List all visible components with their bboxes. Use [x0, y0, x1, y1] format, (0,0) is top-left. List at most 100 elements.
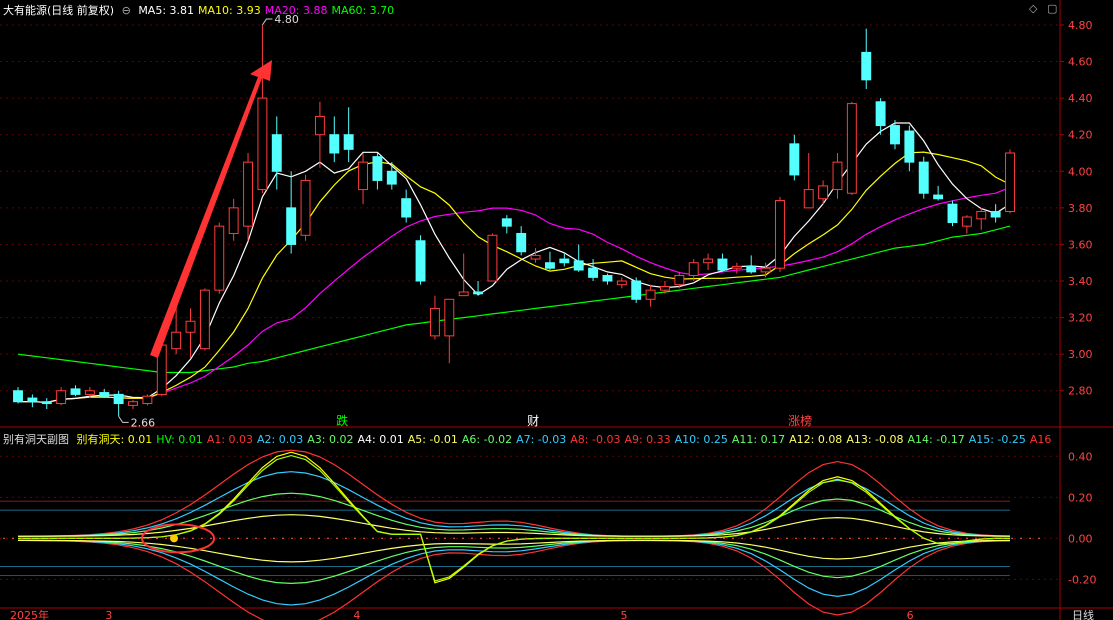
candle-body-13	[199, 289, 210, 350]
indicator-legend-item-8: A7: -0.03	[516, 433, 567, 446]
collapse-circle-icon[interactable]: ⊖	[122, 4, 131, 17]
candle-2	[41, 398, 52, 410]
hv-line	[18, 454, 1011, 582]
candle-body-28	[415, 240, 426, 282]
zero-dot	[480, 537, 482, 540]
candle-body-16	[243, 161, 253, 227]
price-label-8: 3.20	[1068, 312, 1093, 325]
chart-canvas[interactable]: 4.80 4.60 4.40 4.20 4.00 3.80 3.60 3.40 3.20 3.00…	[0, 0, 1113, 620]
zero-dot	[552, 537, 554, 540]
candle-0	[13, 387, 23, 404]
indicator-title[interactable]: 别有洞天副图	[3, 433, 69, 446]
candle-38	[559, 253, 570, 267]
candle-7	[113, 390, 124, 417]
main-chart-header: 大有能源(日线 前复权) ⊖ MA5: 3.81 MA10: 3.93 MA20: …	[3, 2, 402, 18]
zero-dot	[39, 537, 41, 540]
zero-dot	[408, 537, 410, 540]
zero-dot	[111, 537, 113, 540]
zero-dot	[372, 537, 374, 540]
indicator-legend-item-17: A16	[1029, 433, 1052, 446]
stock-title[interactable]: 大有能源(日线 前复权)	[3, 4, 114, 17]
zero-dot	[336, 537, 338, 540]
zero-dot	[1029, 537, 1031, 540]
candle-body-60	[875, 101, 886, 127]
fan-upper-0	[18, 449, 1011, 537]
indicator-legend-item-0: 别有洞天: 0.01	[76, 433, 153, 446]
candle-14	[214, 222, 225, 294]
zero-dot	[462, 537, 464, 540]
trend-arrow-icon	[150, 60, 272, 358]
zero-dot	[957, 537, 959, 540]
candle-body-2	[41, 401, 52, 405]
zero-dot	[219, 537, 221, 540]
candle-25	[372, 152, 383, 190]
indicator-legend-item-15: A14: -0.17	[907, 433, 965, 446]
candle-9	[142, 394, 153, 406]
zero-dot	[579, 537, 581, 540]
candle-49	[717, 253, 728, 272]
candle-body-43	[631, 280, 642, 300]
candle-28	[415, 235, 426, 285]
zero-dot	[759, 537, 761, 540]
zero-dot	[1038, 537, 1040, 540]
date-label-3: 5	[620, 609, 627, 620]
close-icon[interactable]: ▢	[1047, 2, 1057, 15]
candle-4	[70, 385, 81, 397]
zero-dot	[318, 537, 320, 540]
zero-dot	[246, 537, 248, 540]
candle-29	[429, 295, 440, 340]
zero-dot	[705, 537, 707, 540]
candle-body-41	[602, 275, 613, 282]
candle-33	[487, 233, 498, 282]
zero-dot	[750, 537, 752, 540]
zero-dot	[561, 537, 563, 540]
low-label: 2.66	[131, 416, 156, 429]
candle-body-11	[171, 331, 182, 350]
zero-dot	[192, 537, 194, 540]
candle-body-34	[501, 218, 512, 227]
candle-30	[444, 298, 455, 364]
zero-dot	[66, 537, 68, 540]
zero-dot	[948, 537, 950, 540]
zero-dot	[714, 537, 716, 540]
indicator-label-1: 0.20	[1068, 491, 1093, 504]
zero-dot	[642, 537, 644, 540]
zero-dot	[237, 537, 239, 540]
period-label: 日线	[1072, 608, 1094, 620]
diamond-icon[interactable]: ◇	[1029, 2, 1037, 15]
zero-dot	[120, 537, 122, 540]
candle-body-6	[99, 392, 110, 397]
candle-body-21	[314, 115, 325, 136]
zero-dot	[93, 537, 95, 540]
event-marker-1: 财	[527, 414, 539, 428]
low-pointer	[118, 416, 129, 423]
candle-20	[300, 174, 311, 241]
candle-body-65	[947, 203, 958, 223]
indicator-legend-item-11: A10: 0.25	[674, 433, 728, 446]
zero-dot	[291, 537, 293, 540]
candle-3	[56, 387, 67, 406]
ma5-line	[18, 122, 1011, 403]
price-label-1: 4.60	[1068, 56, 1093, 69]
candle-27	[401, 189, 412, 223]
event-marker-0: 跌	[336, 413, 348, 428]
candle-body-22	[329, 134, 340, 154]
zero-dot	[813, 537, 815, 540]
zero-dot	[399, 537, 401, 540]
zero-dot	[228, 537, 230, 540]
indicator-legend-item-3: A2: 0.03	[257, 433, 304, 446]
candle-39	[573, 244, 584, 272]
candle-body-30	[444, 298, 455, 337]
zero-dot	[732, 537, 734, 540]
candle-body-0	[13, 390, 23, 403]
zero-dot	[30, 537, 32, 540]
candle-44	[645, 284, 656, 307]
zero-dot	[282, 537, 284, 540]
price-label-4: 4.00	[1068, 165, 1093, 178]
candle-36	[530, 248, 541, 263]
zero-dot	[741, 537, 743, 540]
zero-dot	[489, 537, 491, 540]
indicator-legend-item-16: A15: -0.25	[968, 433, 1026, 446]
candle-body-49	[717, 258, 728, 271]
candle-body-39	[573, 260, 584, 271]
